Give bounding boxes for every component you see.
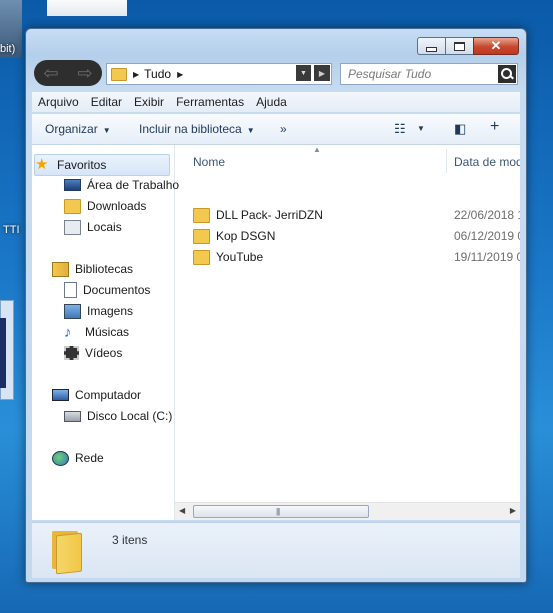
organize-button[interactable]: Organizar ▼ <box>45 122 111 136</box>
item-count: 3 itens <box>112 533 148 547</box>
back-arrow-icon[interactable]: ⇦ <box>43 64 58 82</box>
nav-computer[interactable]: Computador <box>52 385 141 405</box>
sort-ascending-icon: ▲ <box>313 145 321 154</box>
chevron-right-icon[interactable]: ▶ <box>133 70 139 79</box>
pictures-icon <box>64 303 81 319</box>
menu-item-exibir[interactable]: Exibir <box>128 95 170 109</box>
scroll-right-icon[interactable]: ▶ <box>510 506 516 515</box>
menu-bar: Arquivo Editar Exibir Ferramentas Ajuda <box>32 92 520 112</box>
column-header-date[interactable]: Data de mod <box>454 155 520 169</box>
details-pane: 3 itens <box>32 522 520 578</box>
scroll-thumb[interactable]: ||| <box>193 505 369 518</box>
nav-music[interactable]: ♪ Músicas <box>64 322 129 342</box>
network-icon <box>52 450 69 466</box>
more-commands-button[interactable]: » <box>280 122 287 136</box>
folder-icon <box>64 198 81 214</box>
folder-icon <box>193 207 210 223</box>
computer-icon <box>52 389 69 401</box>
nav-pictures[interactable]: Imagens <box>64 301 133 321</box>
chevron-down-icon: ▼ <box>102 126 111 135</box>
desktop-icon-label: TTI <box>3 224 20 236</box>
nav-videos[interactable]: Vídeos <box>64 343 122 363</box>
nav-desktop[interactable]: Área de Trabalho <box>64 175 179 195</box>
file-name: DLL Pack- JerriDZN <box>216 208 323 222</box>
chevron-right-icon[interactable]: ▶ <box>177 70 183 79</box>
folder-icon <box>52 531 82 575</box>
file-date: 19/11/2019 0 <box>454 250 520 264</box>
file-name: YouTube <box>216 250 264 264</box>
horizontal-scrollbar[interactable]: ◀ ||| ▶ <box>175 502 520 520</box>
menu-item-editar[interactable]: Editar <box>85 95 128 109</box>
recent-places-icon <box>64 219 81 235</box>
caption-buttons: ✕ <box>417 37 519 55</box>
desktop-icon-label: bit) <box>0 43 16 55</box>
go-button[interactable]: ▶ <box>314 65 330 81</box>
file-name: Kop DSGN <box>216 229 276 243</box>
maximize-button[interactable] <box>445 37 473 55</box>
maximize-icon <box>454 41 465 51</box>
navigation-pane: ★ Favoritos Área de Trabalho Downloads Lo… <box>32 145 179 520</box>
view-options-icon[interactable]: ☷ <box>394 121 406 137</box>
folder-icon <box>193 228 210 244</box>
nav-local-disk[interactable]: Disco Local (C:) <box>64 406 172 426</box>
help-icon[interactable]: + <box>490 118 499 136</box>
nav-recent-places[interactable]: Locais <box>64 217 122 237</box>
scroll-left-icon[interactable]: ◀ <box>179 506 185 515</box>
desktop-window-fragment-inner <box>0 318 6 388</box>
nav-documents[interactable]: Documentos <box>64 280 150 300</box>
back-forward-buttons: ⇦ ⇨ <box>34 60 102 86</box>
close-icon: ✕ <box>490 38 502 53</box>
desktop-icon <box>64 179 81 191</box>
video-icon <box>64 346 79 360</box>
search-placeholder: Pesquisar Tudo <box>348 67 432 81</box>
column-divider[interactable] <box>446 149 447 173</box>
disk-icon <box>64 410 81 422</box>
chevron-down-icon: ▼ <box>246 126 255 135</box>
chevron-down-icon[interactable]: ▼ <box>417 124 425 133</box>
search-input[interactable]: Pesquisar Tudo <box>340 63 518 85</box>
libraries-icon <box>52 261 69 277</box>
preview-pane-icon[interactable]: ◧ <box>454 121 466 137</box>
music-icon: ♪ <box>64 323 72 341</box>
close-button[interactable]: ✕ <box>473 37 519 55</box>
file-row[interactable]: YouTube 19/11/2019 0 <box>193 247 520 267</box>
file-date: 06/12/2019 0 <box>454 229 520 243</box>
search-icon[interactable] <box>498 65 516 83</box>
nav-downloads[interactable]: Downloads <box>64 196 146 216</box>
address-dropdown-button[interactable]: ▼ <box>296 65 311 81</box>
file-row[interactable]: DLL Pack- JerriDZN 22/06/2018 1 <box>193 205 520 225</box>
command-bar: Organizar ▼ Incluir na biblioteca ▼ » ☷ ▼ … <box>32 114 520 145</box>
grip-icon: ||| <box>276 507 280 516</box>
column-header-name[interactable]: Nome <box>193 155 225 169</box>
file-date: 22/06/2018 1 <box>454 208 520 222</box>
nav-favorites[interactable]: ★ Favoritos <box>34 154 170 176</box>
navigation-row: ⇦ ⇨ ▶ Tudo ▶ ▼ ▶ Pesquisar Tudo <box>34 60 518 86</box>
address-bar[interactable]: ▶ Tudo ▶ ▼ ▶ <box>106 63 332 85</box>
file-row[interactable]: Kop DSGN 06/12/2019 0 <box>193 226 520 246</box>
menu-item-ferramentas[interactable]: Ferramentas <box>170 95 250 109</box>
explorer-window: ✕ ⇦ ⇨ ▶ Tudo ▶ ▼ ▶ Pesquisar Tudo Arquiv… <box>25 28 527 583</box>
folder-icon <box>111 67 127 81</box>
minimize-icon <box>426 46 437 52</box>
nav-libraries[interactable]: Bibliotecas <box>52 259 133 279</box>
include-in-library-button[interactable]: Incluir na biblioteca ▼ <box>139 122 255 136</box>
menu-item-arquivo[interactable]: Arquivo <box>32 95 85 109</box>
nav-network[interactable]: Rede <box>52 448 104 468</box>
content-area: ★ Favoritos Área de Trabalho Downloads Lo… <box>32 145 520 520</box>
file-list: ▲ Nome Data de mod DLL Pack- JerriDZN 22… <box>175 145 520 520</box>
desktop-thumbnail-fragment <box>47 0 127 16</box>
breadcrumb-item[interactable]: Tudo <box>144 67 171 81</box>
document-icon <box>64 282 77 298</box>
menu-item-ajuda[interactable]: Ajuda <box>250 95 293 109</box>
folder-icon <box>193 249 210 265</box>
minimize-button[interactable] <box>417 37 445 55</box>
forward-arrow-icon[interactable]: ⇨ <box>77 64 92 82</box>
star-icon: ★ <box>35 156 49 173</box>
